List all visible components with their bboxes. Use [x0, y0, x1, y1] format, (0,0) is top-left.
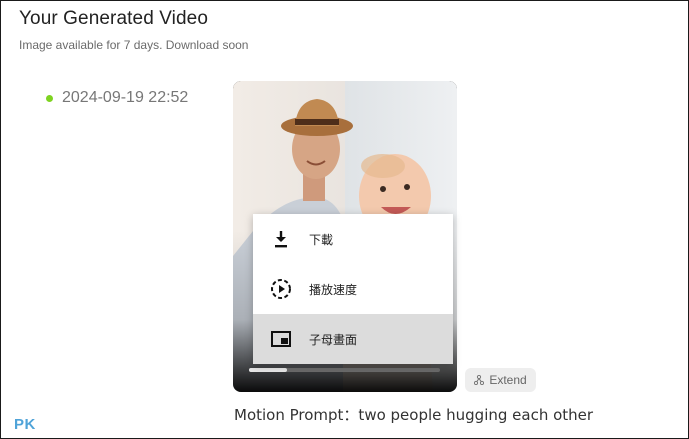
video-progress-bar[interactable] [249, 368, 440, 372]
picture-in-picture-icon [271, 331, 291, 347]
playback-speed-icon [271, 279, 291, 299]
menu-item-download[interactable]: 下載 [253, 214, 453, 264]
timestamp-row: 2024-09-19 22:52 [46, 89, 188, 107]
video-timestamp: 2024-09-19 22:52 [62, 89, 189, 106]
page-title: Your Generated Video [19, 8, 208, 29]
menu-item-playback-speed[interactable]: 播放速度 [253, 264, 453, 314]
menu-item-label: 播放速度 [309, 282, 358, 297]
extend-button[interactable]: Extend [465, 368, 536, 392]
page-subtitle: Image available for 7 days. Download soo… [19, 38, 249, 52]
video-progress-fill [249, 368, 288, 372]
menu-item-picture-in-picture[interactable]: 子母畫面 [253, 314, 453, 364]
status-dot [46, 94, 53, 102]
watermark-logo: PK [14, 416, 36, 433]
motion-prompt: Motion Prompt：two people hugging each ot… [234, 406, 594, 424]
menu-item-label: 下載 [309, 232, 334, 247]
extend-button-label: Extend [489, 373, 527, 387]
extend-icon [474, 375, 485, 385]
download-icon [275, 231, 287, 248]
video-context-menu: 下載 播放速度 子母畫面 [253, 214, 453, 364]
menu-item-label: 子母畫面 [309, 332, 358, 347]
